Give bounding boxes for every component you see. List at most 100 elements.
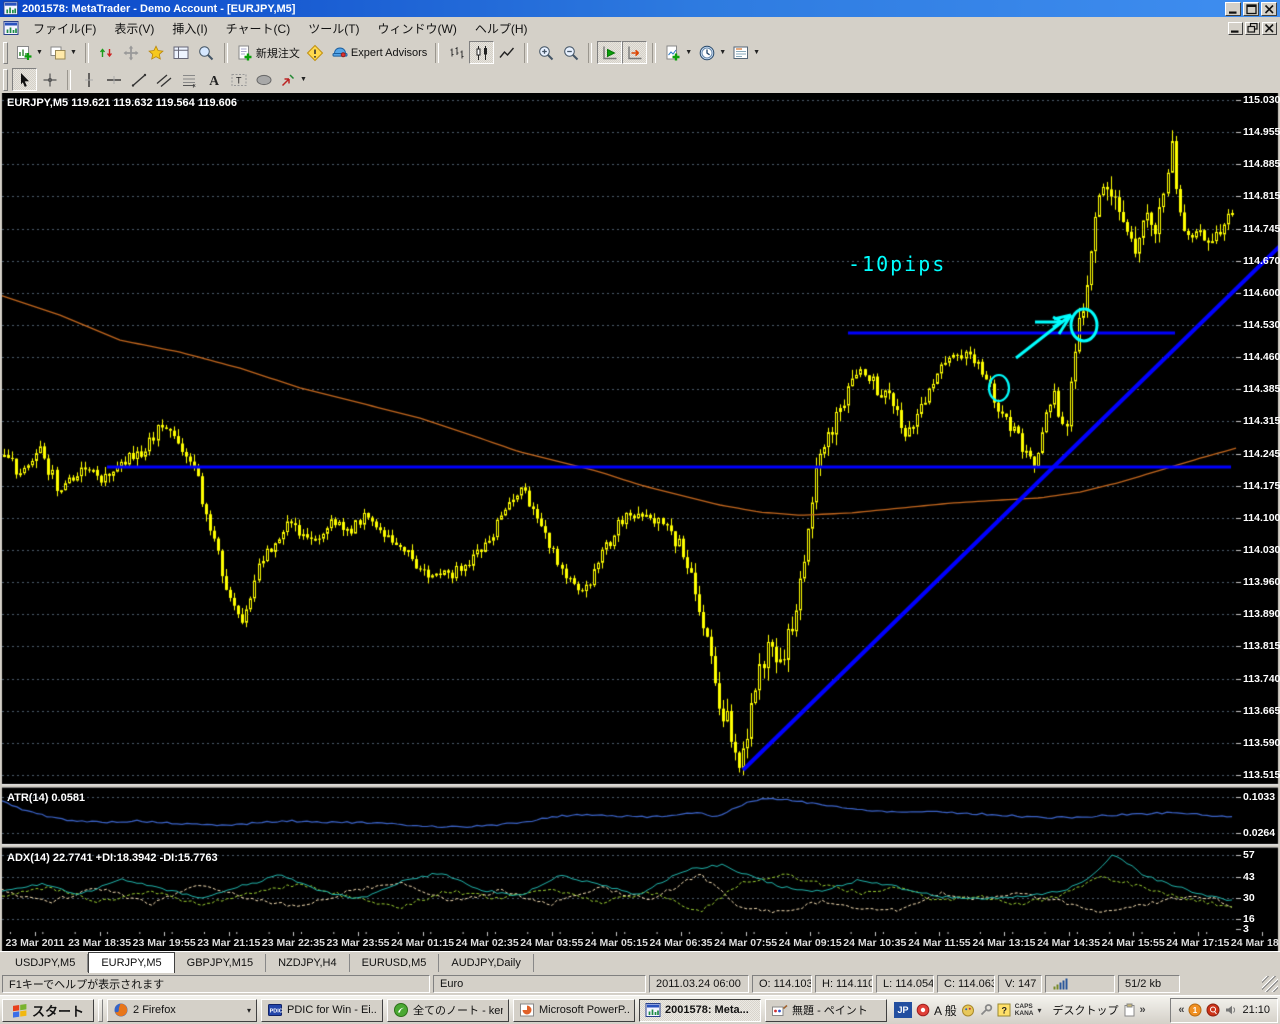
ime-language-icon[interactable]: JP <box>894 1002 912 1018</box>
navigator-button[interactable] <box>144 41 169 64</box>
price-chart-canvas[interactable] <box>0 93 1280 951</box>
taskbar-button-label: 2001578: Meta... <box>665 1004 749 1016</box>
menu-tools[interactable]: ツール(T) <box>299 18 368 39</box>
svg-text:T: T <box>236 75 242 85</box>
strategy-tester-button[interactable] <box>194 41 219 64</box>
ime-wrench-icon[interactable] <box>979 1003 993 1017</box>
status-symbol-description: Euro <box>433 975 646 993</box>
tray-update-icon[interactable]: 1 <box>1188 1003 1202 1017</box>
menu-file[interactable]: ファイル(F) <box>24 18 105 39</box>
strategy-tester-icon <box>197 44 215 62</box>
system-tray: « 1 21:10 <box>1170 998 1278 1023</box>
horizontal-line-button[interactable] <box>101 68 126 91</box>
menu-bar: ファイル(F)表示(V)挿入(I)チャート(C)ツール(T)ウィンドウ(W)ヘル… <box>0 17 1280 39</box>
market-watch-button[interactable] <box>94 41 119 64</box>
minimize-button[interactable] <box>1225 2 1241 16</box>
close-button[interactable] <box>1261 2 1277 16</box>
signal-bars-icon <box>1052 977 1069 991</box>
desktop-clipboard-icon[interactable] <box>1123 1003 1136 1017</box>
taskbar-band-handle[interactable] <box>98 999 103 1022</box>
cursor-button[interactable] <box>12 68 37 91</box>
zoom-in-button[interactable] <box>533 41 558 64</box>
text-label-icon: T <box>230 71 248 89</box>
ime-options-icon[interactable]: ▾ <box>1037 1006 1041 1015</box>
tray-chevron-icon[interactable]: « <box>1178 1004 1184 1016</box>
expert-advisors-button[interactable]: Expert Advisors <box>328 41 430 64</box>
vertical-line-button[interactable] <box>76 68 101 91</box>
periods-button[interactable]: ▼ <box>695 41 729 64</box>
tab-audjpy-daily[interactable]: AUDJPY,Daily <box>439 954 534 972</box>
indicators-button[interactable]: ▼ <box>661 41 695 64</box>
tray-volume-icon[interactable] <box>1224 1003 1238 1017</box>
metaeditor-button[interactable] <box>303 41 328 64</box>
tab-eurusd-m5[interactable]: EURUSD,M5 <box>350 954 440 972</box>
auto-scroll-button[interactable] <box>597 41 622 64</box>
close-icon <box>1263 22 1276 34</box>
equidistant-channel-button[interactable] <box>151 68 176 91</box>
ime-tool-icon[interactable] <box>916 1003 930 1017</box>
menu-window[interactable]: ウィンドウ(W) <box>369 18 466 39</box>
time-axis-label: 24 Mar 09:15 <box>779 937 842 949</box>
new-order-icon <box>236 44 254 62</box>
ime-palette-icon[interactable] <box>961 1003 975 1017</box>
zoom-out-button[interactable] <box>558 41 583 64</box>
status-low: L: 114.054 <box>876 975 934 993</box>
tab-eurjpy-m5[interactable]: EURJPY,M5 <box>88 952 174 974</box>
line-chart-button[interactable] <box>494 41 519 64</box>
child-minimize-button[interactable] <box>1228 22 1243 35</box>
start-button[interactable]: スタート <box>2 999 94 1022</box>
taskbar-button-metatrader[interactable]: 2001578: Meta... <box>639 999 761 1022</box>
toolbar-handle[interactable] <box>3 69 8 91</box>
price-axis-label: 114.955 <box>1243 126 1280 138</box>
ime-mode-label[interactable]: A 般 <box>934 1002 957 1019</box>
ellipse-button[interactable] <box>251 68 276 91</box>
menu-insert[interactable]: 挿入(I) <box>163 18 216 39</box>
maximize-button[interactable] <box>1243 2 1259 16</box>
text-button[interactable]: A <box>201 68 226 91</box>
terminal-button[interactable] <box>169 41 194 64</box>
tab-gbpjpy-m15[interactable]: GBPJPY,M15 <box>175 954 266 972</box>
taskbar-button-pdic[interactable]: PDICPDIC for Win - Ei.. <box>261 999 383 1022</box>
child-restore-button[interactable] <box>1245 22 1260 35</box>
text-label-button[interactable]: T <box>226 68 251 91</box>
status-volume: V: 147 <box>998 975 1042 993</box>
price-axis-label: 114.245 <box>1243 448 1280 460</box>
dropdown-arrow-icon: ▼ <box>70 49 77 56</box>
chart-shift-button[interactable] <box>622 41 647 64</box>
new-order-button[interactable]: 新規注文 <box>233 41 303 64</box>
vertical-line-icon <box>80 71 98 89</box>
line-chart-icon <box>498 44 516 62</box>
fibonacci-retracement-button[interactable]: F <box>176 68 201 91</box>
child-close-button[interactable] <box>1262 22 1277 35</box>
crosshair-button[interactable] <box>37 68 62 91</box>
tab-nzdjpy-h4[interactable]: NZDJPY,H4 <box>266 954 349 972</box>
bar-chart-button[interactable] <box>444 41 469 64</box>
dropdown-arrow-icon: ▼ <box>719 49 726 56</box>
taskbar-button-powerpoint[interactable]: Microsoft PowerP... <box>513 999 635 1022</box>
band-chevron-icon[interactable]: » <box>1140 1004 1146 1016</box>
arrows-button[interactable]: ▼ <box>276 68 310 91</box>
menu-help[interactable]: ヘルプ(H) <box>466 18 537 39</box>
trendline-button[interactable] <box>126 68 151 91</box>
desktop-toolbar[interactable]: デスクトップ » <box>1049 1002 1150 1018</box>
price-axis-label: 113.815 <box>1243 640 1280 652</box>
profiles-button[interactable]: ▼ <box>46 41 80 64</box>
menu-view[interactable]: 表示(V) <box>105 18 163 39</box>
tray-app-icon[interactable] <box>1206 1003 1220 1017</box>
paint-icon <box>771 1003 788 1018</box>
toolbar-handle[interactable] <box>3 42 8 64</box>
taskbar-button-paint[interactable]: 無題 - ペイント <box>765 999 887 1022</box>
menu-charts[interactable]: チャート(C) <box>217 18 300 39</box>
resize-grip-icon[interactable] <box>1262 976 1278 992</box>
taskbar-button-firefox[interactable]: 2 Firefox▾ <box>107 999 257 1022</box>
ime-caps-kana-indicator[interactable]: CAPS KANA <box>1015 1003 1034 1018</box>
new-chart-button[interactable]: ▼ <box>12 41 46 64</box>
candlestick-chart-button[interactable] <box>469 41 494 64</box>
data-window-button[interactable] <box>119 41 144 64</box>
ime-help-icon[interactable]: ? <box>997 1003 1011 1017</box>
atr-axis-label: 0.0264 <box>1243 827 1275 839</box>
templates-button[interactable]: ▼ <box>729 41 763 64</box>
taskbar-button-notes[interactable]: 全てのノート - ken.. <box>387 999 509 1022</box>
time-axis-label: 24 Mar 18:35 <box>1231 937 1280 949</box>
tab-usdjpy-m5[interactable]: USDJPY,M5 <box>3 954 88 972</box>
